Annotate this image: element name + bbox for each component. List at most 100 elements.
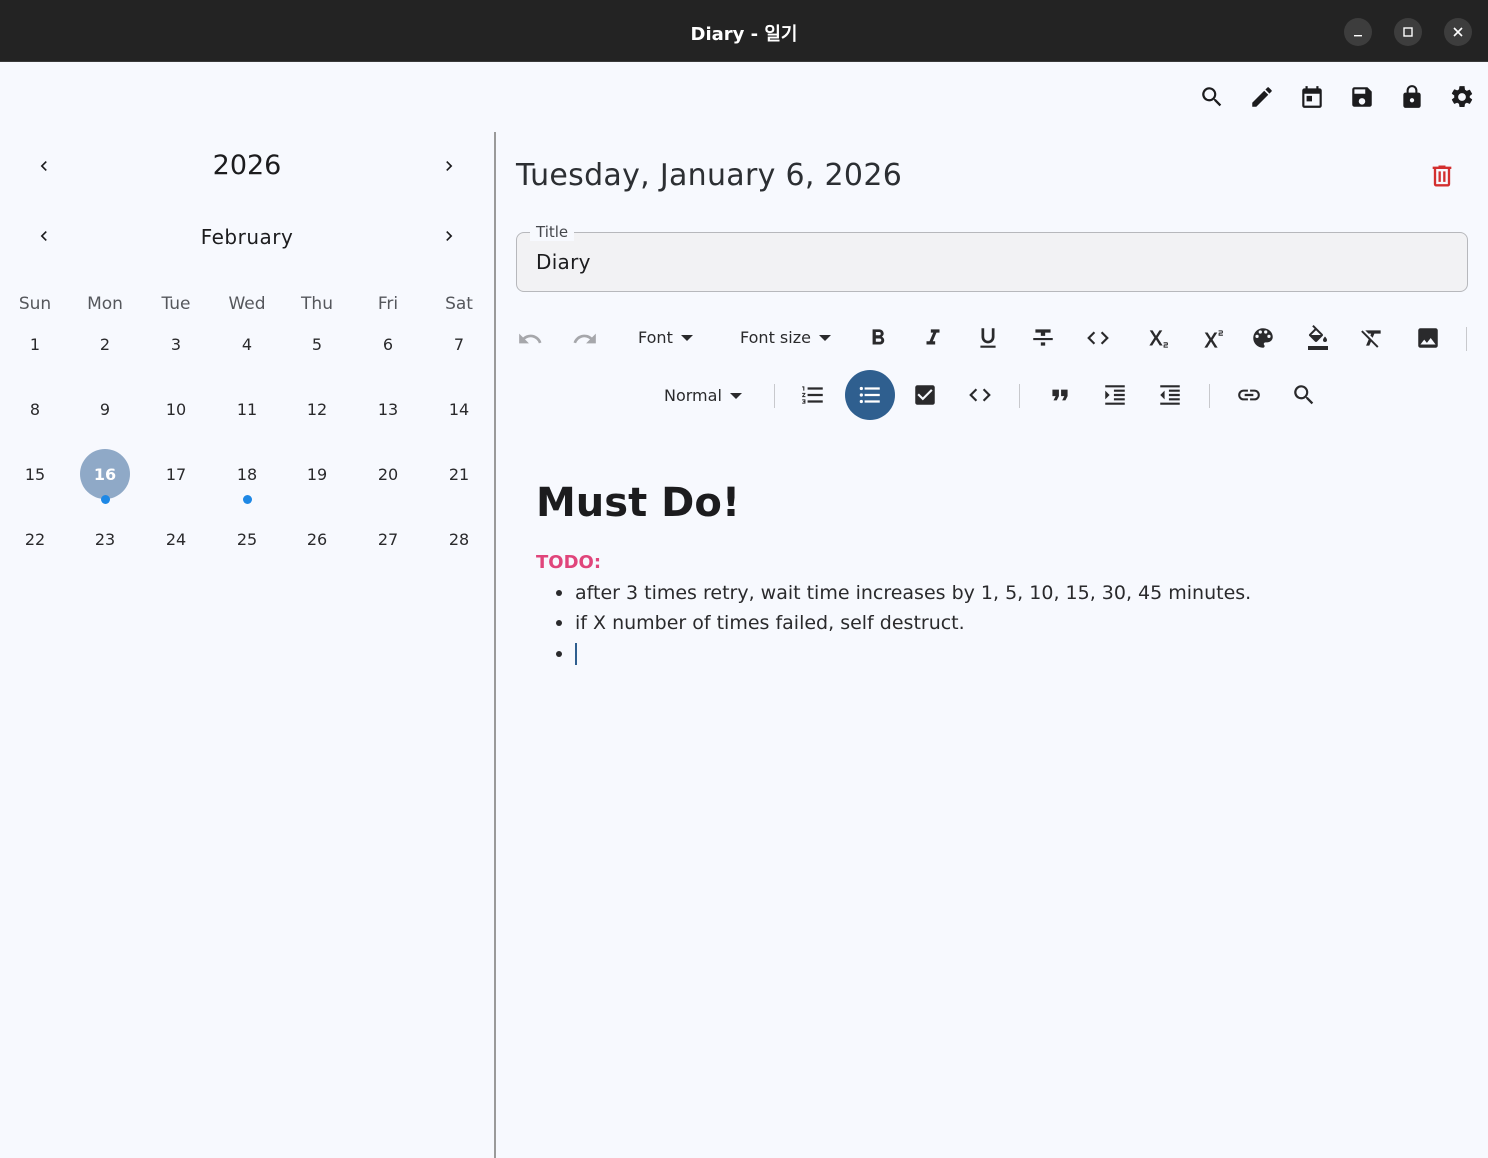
bullet-list-button[interactable] bbox=[845, 370, 895, 420]
weekday-label: Sat bbox=[445, 294, 473, 314]
superscript-icon bbox=[1204, 330, 1223, 348]
calendar-day[interactable]: 6 bbox=[363, 319, 413, 369]
highlight-color-button[interactable] bbox=[1304, 322, 1332, 354]
entry-indicator-dot bbox=[100, 495, 110, 504]
calendar-day[interactable]: 28 bbox=[434, 514, 484, 564]
text-color-button[interactable] bbox=[1249, 324, 1277, 352]
search-button[interactable] bbox=[1197, 82, 1227, 112]
title-field[interactable] bbox=[516, 232, 1468, 292]
minimize-button[interactable] bbox=[1344, 18, 1372, 46]
bold-button[interactable] bbox=[864, 324, 892, 352]
calendar-day[interactable]: 12 bbox=[292, 384, 342, 434]
calendar-day[interactable]: 27 bbox=[363, 514, 413, 564]
calendar-button[interactable] bbox=[1297, 82, 1327, 112]
code-block-button[interactable] bbox=[966, 381, 994, 409]
maximize-button[interactable] bbox=[1394, 18, 1422, 46]
link-icon bbox=[1238, 389, 1260, 401]
calendar-day[interactable]: 19 bbox=[292, 449, 342, 499]
calendar-day[interactable]: 23 bbox=[80, 514, 130, 564]
calendar-day[interactable]: 14 bbox=[434, 384, 484, 434]
document-heading: Must Do! bbox=[536, 480, 741, 526]
window-title: Diary - 일기 bbox=[690, 24, 798, 45]
insert-link-button[interactable] bbox=[1235, 381, 1263, 409]
calendar-day[interactable]: 21 bbox=[434, 449, 484, 499]
insert-image-button[interactable] bbox=[1414, 324, 1442, 352]
strikethrough-button[interactable] bbox=[1029, 324, 1057, 352]
lock-icon bbox=[1403, 85, 1421, 108]
numbered-list-button[interactable] bbox=[799, 381, 827, 409]
weekday-label: Sun bbox=[18, 294, 52, 314]
close-icon bbox=[1453, 27, 1463, 37]
search-icon bbox=[1294, 385, 1314, 405]
calendar-day[interactable]: 25 bbox=[222, 514, 272, 564]
bold-icon bbox=[872, 329, 885, 345]
superscript-button[interactable] bbox=[1196, 324, 1226, 354]
save-icon bbox=[1352, 87, 1372, 107]
list-item bbox=[556, 642, 577, 666]
calendar-day[interactable]: 22 bbox=[10, 514, 60, 564]
font-dropdown[interactable]: Font bbox=[638, 328, 693, 347]
caret-down-icon bbox=[729, 392, 742, 399]
prev-month-button[interactable] bbox=[31, 223, 57, 249]
calendar-day[interactable]: 26 bbox=[292, 514, 342, 564]
numbered-list-icon bbox=[802, 386, 823, 404]
calendar-day-selected[interactable]: 16 bbox=[80, 449, 130, 499]
close-button[interactable] bbox=[1444, 18, 1472, 46]
underline-button[interactable] bbox=[974, 324, 1002, 352]
calendar-day[interactable]: 4 bbox=[222, 319, 272, 369]
weekday-label: Thu bbox=[301, 294, 333, 314]
maximize-icon bbox=[1403, 27, 1413, 37]
text-cursor bbox=[575, 643, 577, 665]
settings-button[interactable] bbox=[1447, 82, 1477, 112]
month-label: February bbox=[200, 225, 294, 249]
next-year-button[interactable] bbox=[436, 153, 462, 179]
calendar-day[interactable]: 11 bbox=[222, 384, 272, 434]
calendar-day[interactable]: 8 bbox=[10, 384, 60, 434]
prev-year-button[interactable] bbox=[31, 153, 57, 179]
toolbar-separator bbox=[774, 384, 775, 408]
toolbar-separator bbox=[1019, 384, 1020, 408]
indent-button[interactable] bbox=[1101, 381, 1129, 409]
edit-button[interactable] bbox=[1247, 82, 1277, 112]
clear-format-button[interactable] bbox=[1358, 324, 1386, 352]
caret-down-icon bbox=[818, 334, 831, 341]
block-type-dropdown-label: Normal bbox=[664, 386, 722, 405]
undo-button[interactable] bbox=[514, 324, 546, 354]
title-input[interactable]: Diary bbox=[536, 250, 591, 274]
calendar-day[interactable]: 13 bbox=[363, 384, 413, 434]
calendar-day[interactable]: 9 bbox=[80, 384, 130, 434]
calendar-day[interactable]: 3 bbox=[151, 319, 201, 369]
block-type-dropdown[interactable]: Normal bbox=[664, 386, 742, 405]
calendar-day[interactable]: 2 bbox=[80, 319, 130, 369]
next-month-button[interactable] bbox=[436, 223, 462, 249]
chevron-left-icon bbox=[40, 161, 47, 171]
inline-code-button[interactable] bbox=[1084, 324, 1112, 352]
font-dropdown-label: Font bbox=[638, 328, 673, 347]
calendar-icon bbox=[1302, 86, 1322, 108]
calendar-day[interactable]: 24 bbox=[151, 514, 201, 564]
save-button[interactable] bbox=[1347, 82, 1377, 112]
subscript-button[interactable] bbox=[1141, 324, 1171, 354]
calendar-day[interactable]: 10 bbox=[151, 384, 201, 434]
calendar-day[interactable]: 20 bbox=[363, 449, 413, 499]
calendar-day[interactable]: 18 bbox=[222, 449, 272, 499]
lock-button[interactable] bbox=[1397, 82, 1427, 112]
calendar-day[interactable]: 5 bbox=[292, 319, 342, 369]
delete-entry-button[interactable] bbox=[1428, 162, 1456, 190]
outdent-button[interactable] bbox=[1156, 381, 1184, 409]
calendar-day[interactable]: 7 bbox=[434, 319, 484, 369]
calendar-day[interactable]: 1 bbox=[10, 319, 60, 369]
checklist-button[interactable] bbox=[911, 381, 939, 409]
redo-button[interactable] bbox=[569, 324, 601, 354]
calendar-day[interactable]: 15 bbox=[10, 449, 60, 499]
list-item-text: if X number of times failed, self destru… bbox=[575, 612, 965, 634]
find-in-document-button[interactable] bbox=[1290, 381, 1318, 409]
todo-label: TODO: bbox=[536, 552, 602, 573]
italic-button[interactable] bbox=[919, 324, 947, 352]
calendar-day[interactable]: 17 bbox=[151, 449, 201, 499]
subscript-icon bbox=[1149, 330, 1168, 348]
quote-button[interactable] bbox=[1046, 381, 1074, 409]
font-size-dropdown[interactable]: Font size bbox=[740, 328, 831, 347]
indent-icon bbox=[1105, 385, 1125, 405]
weekday-label: Fri bbox=[377, 294, 399, 314]
